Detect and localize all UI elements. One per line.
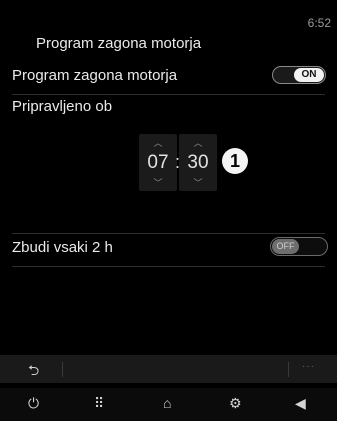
volume-icon[interactable]: ◀ [295,395,306,412]
wake-every-2h-toggle[interactable]: OFF [270,237,328,256]
divider [12,94,325,95]
toggle-off-knob: OFF [272,239,299,254]
page-title: Program zagona motorja [36,35,202,52]
engine-program-toggle[interactable]: ON [272,66,326,84]
minute-up-icon[interactable]: ︿ [179,136,217,149]
hour-down-icon[interactable]: ﹀ [139,176,177,189]
action-bar: ⮌ ··· [0,355,337,383]
nav-bar: ⏻ ⠿ ⌂ ⚙ ◀ [0,388,337,421]
toggle-on-knob: ON [294,68,324,82]
driving-assist-icon[interactable]: ⚙ [229,395,242,412]
minute-spinner[interactable]: ︿ 30 ﹀ [179,134,217,191]
engine-program-label: Program zagona motorja [12,67,178,84]
hour-value: 07 [147,152,169,173]
divider [12,233,325,234]
apps-grid-icon[interactable]: ⠿ [94,395,104,412]
back-arrow-icon[interactable]: ⮌ [28,360,39,384]
home-icon[interactable]: ⌂ [163,395,171,411]
hour-up-icon[interactable]: ︿ [139,136,177,149]
minute-down-icon[interactable]: ﹀ [179,176,217,189]
divider [12,266,325,267]
power-icon[interactable]: ⏻ [28,395,39,412]
divider [62,362,63,377]
hour-spinner[interactable]: ︿ 07 ﹀ [139,134,177,191]
minute-value: 30 [187,152,209,173]
callout-badge: 1 [222,148,248,174]
wake-every-2h-label: Zbudi vsaki 2 h [12,239,113,256]
divider [288,362,289,377]
ready-at-label: Pripravljeno ob [12,98,113,115]
status-clock: 6:52 [307,16,331,30]
more-dots-icon[interactable]: ··· [302,361,315,372]
